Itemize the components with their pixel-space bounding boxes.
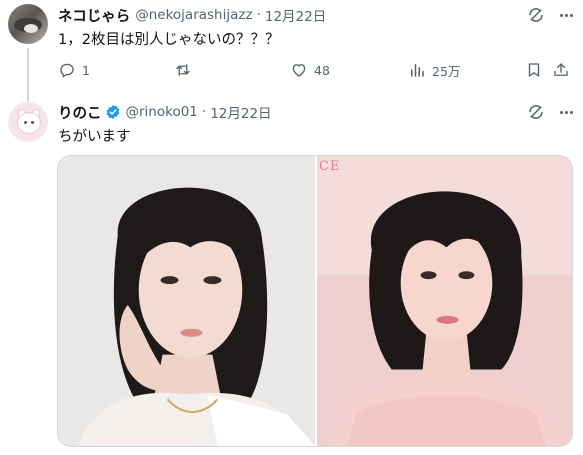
handle[interactable]: @nekojarashijazz xyxy=(135,7,252,23)
tweet-media[interactable]: CE xyxy=(57,155,573,447)
tweet-text: ちがいます xyxy=(58,129,131,145)
view-count: 25万 xyxy=(432,63,461,79)
retweet-icon xyxy=(176,64,190,76)
views-icon xyxy=(411,64,424,77)
separator-dot: · xyxy=(201,104,207,120)
photo-2[interactable]: CE xyxy=(317,156,572,446)
magazine-logo-text: CE xyxy=(319,159,341,174)
tweet-date[interactable]: 12月22日 xyxy=(210,102,271,122)
like-button[interactable]: 48 xyxy=(290,59,330,81)
more-icon[interactable] xyxy=(555,6,577,24)
grok-icon[interactable] xyxy=(527,103,545,121)
display-name[interactable]: りのこ xyxy=(58,102,102,123)
verified-badge-icon xyxy=(105,104,121,120)
share-icon xyxy=(554,63,568,76)
reply-button[interactable]: 1 xyxy=(58,59,90,81)
retweet-button[interactable] xyxy=(174,59,198,81)
share-button[interactable] xyxy=(552,59,570,81)
like-count: 48 xyxy=(314,62,330,78)
tweet-header: りのこ @rinoko01 · 12月22日 xyxy=(58,102,272,122)
grok-icon[interactable] xyxy=(527,6,545,24)
tweet-text: 1，2枚目は別人じゃないの？？？ xyxy=(58,32,280,48)
display-name[interactable]: ネコじゃら xyxy=(58,5,130,26)
photo-1[interactable] xyxy=(58,156,315,446)
tweet-header: ネコじゃら @nekojarashijazz · 12月22日 xyxy=(58,5,326,25)
avatar[interactable] xyxy=(8,4,48,44)
bookmark-button[interactable] xyxy=(525,59,543,81)
handle[interactable]: @rinoko01 xyxy=(126,104,198,120)
reply-count: 1 xyxy=(82,62,90,78)
like-icon xyxy=(292,64,306,77)
avatar[interactable] xyxy=(8,102,48,142)
tweet-rinoko[interactable]: りのこ @rinoko01 · 12月22日 ちがいます CE xyxy=(0,90,583,455)
separator-dot: · xyxy=(256,7,261,23)
reply-icon xyxy=(60,63,74,78)
more-icon[interactable] xyxy=(555,103,577,121)
tweet-actions: 1 48 25万 xyxy=(58,59,568,81)
bookmark-icon xyxy=(528,63,540,77)
views-button[interactable]: 25万 xyxy=(408,59,460,81)
tweet-date[interactable]: 12月22日 xyxy=(265,5,326,25)
tweet-nekojarashi[interactable]: ネコじゃら @nekojarashijazz · 12月22日 1，2枚目は別人… xyxy=(0,0,583,103)
